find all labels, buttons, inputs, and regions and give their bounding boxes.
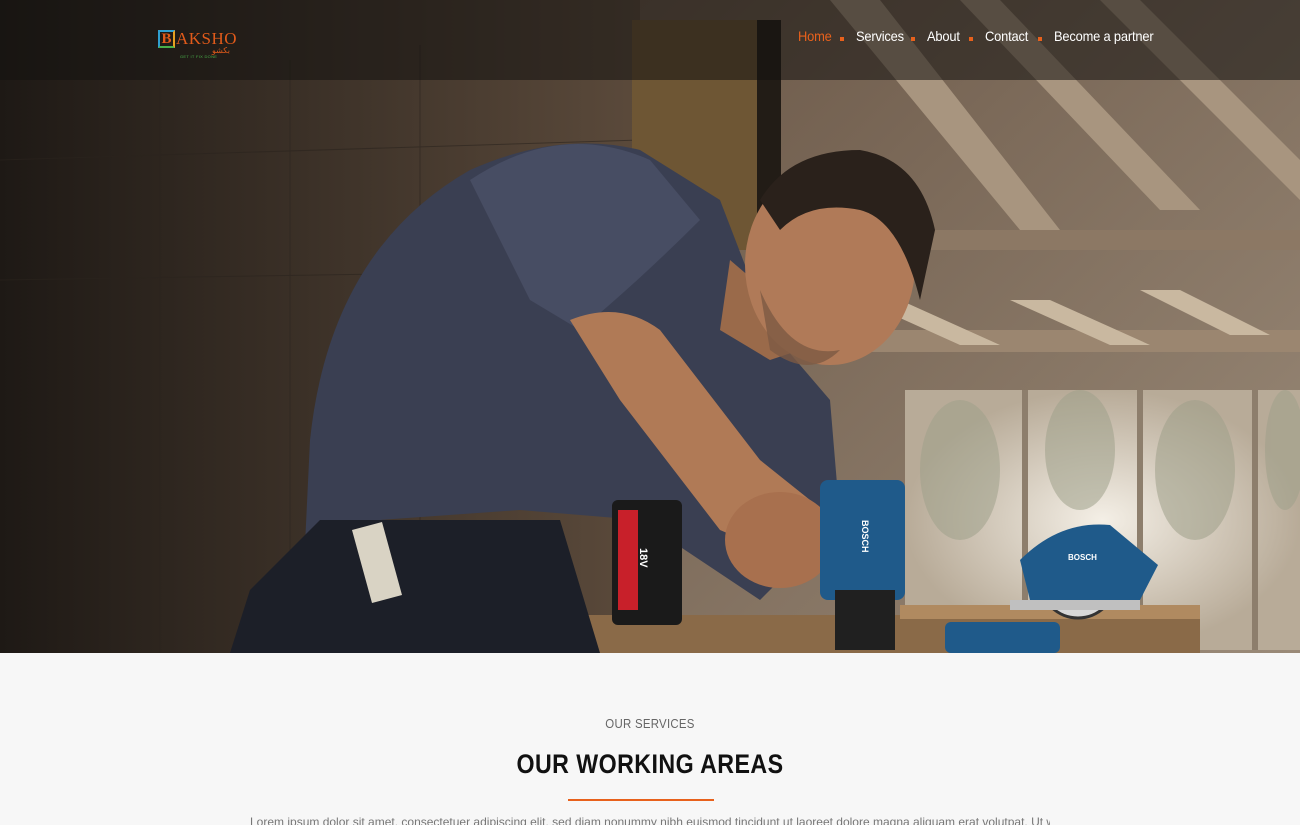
nav-separator [911, 37, 915, 41]
services-section: OUR SERVICES OUR WORKING AREAS Lorem ips… [0, 653, 1300, 825]
hero-image: 18V BOSCH BOSCH [0, 0, 1300, 653]
nav-separator [1038, 37, 1042, 41]
drill-brand: BOSCH [860, 520, 870, 553]
main-nav: Home Services About Contact Become a par… [0, 28, 1300, 48]
nav-separator [969, 37, 973, 41]
site-header: B AKSHO بكشو GET IT FIX DONE Home Servic… [0, 0, 1300, 80]
nav-become-partner[interactable]: Become a partner [1054, 28, 1154, 44]
services-intro: Lorem ipsum dolor sit amet, consectetuer… [250, 815, 1050, 825]
nav-separator [840, 37, 844, 41]
nav-contact[interactable]: Contact [985, 28, 1028, 44]
saw-brand: BOSCH [1068, 553, 1097, 562]
title-underline [568, 799, 714, 801]
nav-about[interactable]: About [927, 28, 960, 44]
services-eyebrow: OUR SERVICES [605, 716, 695, 731]
hero-banner: 18V BOSCH BOSCH B AKSHO بكشو GET IT FIX … [0, 0, 1300, 653]
nav-services[interactable]: Services [856, 28, 904, 44]
drill-battery-label: 18V [637, 548, 649, 568]
nav-home[interactable]: Home [798, 28, 832, 44]
logo-tagline: GET IT FIX DONE [180, 54, 218, 59]
services-title: OUR WORKING AREAS [516, 749, 784, 779]
